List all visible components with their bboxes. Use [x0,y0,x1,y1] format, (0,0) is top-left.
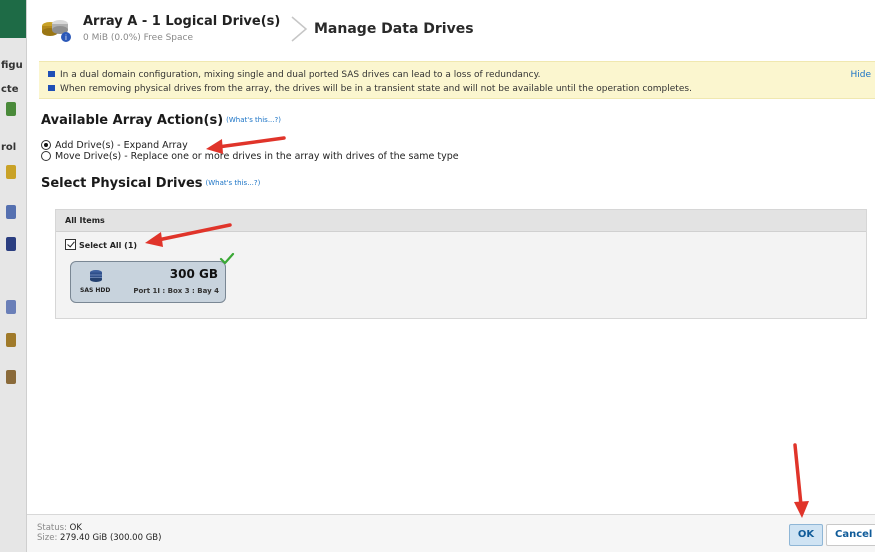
warning-line: In a dual domain configuration, mixing s… [48,70,541,80]
status-value: OK [69,523,82,533]
page-title: Manage Data Drives [314,21,474,37]
square-bullet-icon [48,70,55,77]
dialog-header: i Array A - 1 Logical Drive(s) 0 MiB (0.… [27,8,875,48]
warning-line: When removing physical drives from the a… [48,84,692,94]
radio-label: Move Drive(s) - Replace one or more driv… [55,151,459,162]
background-icon [6,165,16,179]
warning-text: In a dual domain configuration, mixing s… [60,70,541,80]
background-text-fragment: figu [1,60,23,71]
drive-type: SAS HDD [80,287,111,294]
whats-this-link[interactable]: (What's this...?) [226,116,281,124]
checkmark-icon [219,252,235,265]
select-all-checkbox[interactable]: Select All (1) [65,239,138,252]
hdd-icon [90,270,102,282]
manage-data-drives-dialog: i Array A - 1 Logical Drive(s) 0 MiB (0.… [26,0,875,552]
section-title-text: Select Physical Drives [41,176,203,191]
background-icon [6,333,16,347]
svg-text:i: i [65,34,67,42]
physical-drive-card[interactable]: SAS HDD 300 GB Port 1I : Box 3 : Bay 4 [70,252,235,303]
panel-header: All Items [56,210,866,232]
drive-items-panel: All Items Select All (1) SAS HDD 300 GB … [55,209,867,319]
radio-button[interactable] [41,150,51,161]
background-text-fragment: rol [1,142,17,153]
background-icon [6,102,16,116]
array-drives-icon: i [42,20,71,42]
chevron-right-icon [291,16,308,42]
brand-bar [0,0,26,38]
size-label: Size: [37,533,58,543]
background-text-fragment: cte [1,84,19,95]
status-label: Status: [37,523,67,533]
square-bullet-icon [48,84,55,91]
warning-text: When removing physical drives from the a… [60,84,692,94]
radio-label: Add Drive(s) - Expand Array [55,140,188,151]
radio-move-drives[interactable]: Move Drive(s) - Replace one or more driv… [41,150,459,163]
available-actions-heading: Available Array Action(s) (What's this...… [41,113,281,128]
array-title[interactable]: Array A - 1 Logical Drive(s) [83,14,280,29]
array-free-space: 0 MiB (0.0%) Free Space [83,33,194,43]
background-icon [6,237,16,251]
dialog-footer: Status: OK Size: 279.40 GiB (300.00 GB) … [27,514,875,552]
drive-location: Port 1I : Box 3 : Bay 4 [133,287,219,295]
warning-banner: In a dual domain configuration, mixing s… [39,61,875,99]
select-drives-heading: Select Physical Drives (What's this...?) [41,176,260,191]
select-all-label: Select All (1) [79,241,138,250]
background-icon [6,370,16,384]
radio-button-selected[interactable] [41,139,51,150]
background-app-strip: figu cte rol [0,0,26,552]
checkbox-checked[interactable] [65,239,76,250]
status-summary: Status: OK Size: 279.40 GiB (300.00 GB) [37,523,161,543]
background-icon [6,300,16,314]
size-value: 279.40 GiB (300.00 GB) [60,533,162,543]
section-title-text: Available Array Action(s) [41,113,224,128]
whats-this-link[interactable]: (What's this...?) [206,179,261,187]
cancel-button[interactable]: Cancel [826,524,875,546]
ok-button[interactable]: OK [789,524,823,546]
drive-size: 300 GB [169,267,218,281]
hide-warnings-link[interactable]: Hide [850,70,871,80]
background-icon [6,205,16,219]
